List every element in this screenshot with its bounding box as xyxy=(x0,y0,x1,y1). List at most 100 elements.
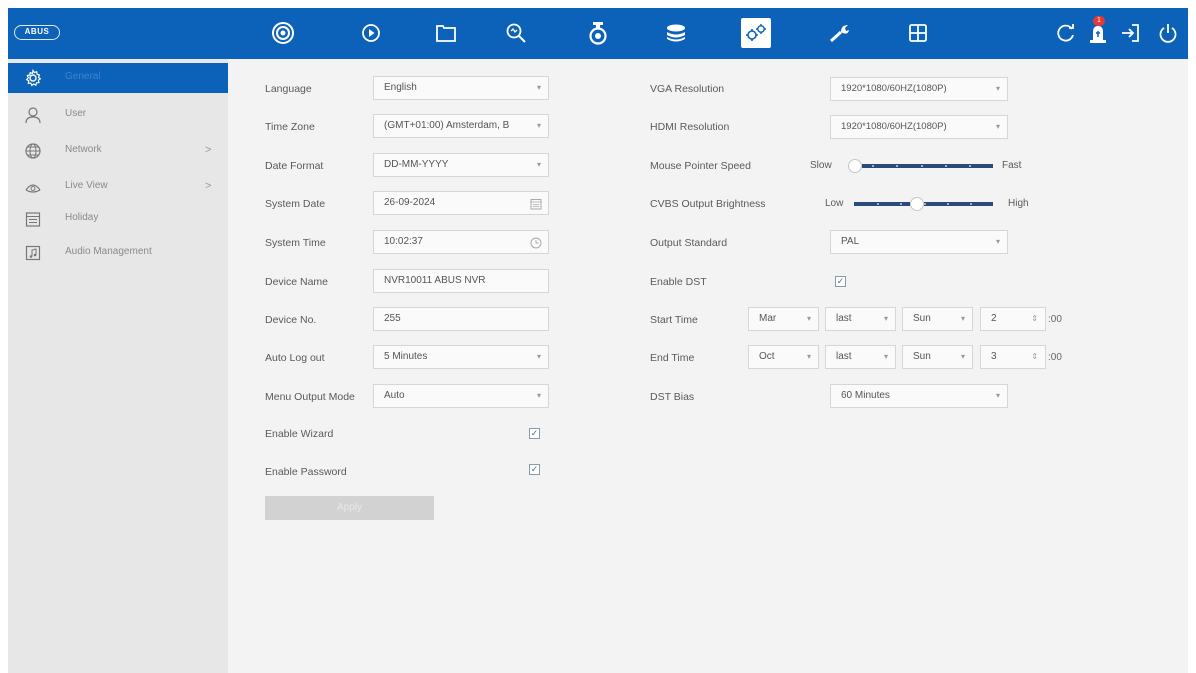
dst-bias-select[interactable]: 60 Minutes ▾ xyxy=(830,384,1008,408)
output-standard-select[interactable]: PAL ▾ xyxy=(830,230,1008,254)
chevron-down-icon: ▾ xyxy=(536,160,541,169)
sidebar-item-audio-management[interactable]: Audio Management xyxy=(8,238,228,268)
vga-resolution-select[interactable]: 1920*1080/60HZ(1080P) ▾ xyxy=(830,77,1008,101)
system-date-field[interactable]: 26-09-2024 xyxy=(373,191,549,215)
end-week-select[interactable]: last ▾ xyxy=(825,345,896,369)
music-icon xyxy=(24,244,42,262)
chevron-down-icon: ▾ xyxy=(536,83,541,92)
end-week-value: last xyxy=(836,351,852,362)
smart-search-icon[interactable] xyxy=(501,18,531,48)
slider-tick xyxy=(924,203,926,205)
enable-wizard-checkbox[interactable]: ✓ xyxy=(529,428,540,439)
system-time-value: 10:02:37 xyxy=(384,236,423,247)
calendar-icon xyxy=(24,210,42,228)
slider-tick xyxy=(872,165,874,167)
start-week-select[interactable]: last ▾ xyxy=(825,307,896,331)
chevron-down-icon: ▾ xyxy=(995,391,1000,400)
dst-bias-label: DST Bias xyxy=(650,391,695,403)
sidebar-item-holiday[interactable]: Holiday xyxy=(8,204,228,234)
alarm-count-badge: 1 xyxy=(1093,16,1105,26)
eye-icon xyxy=(24,178,42,196)
cvbs-brightness-slider[interactable] xyxy=(854,197,993,211)
refresh-icon[interactable] xyxy=(1051,18,1081,48)
slider-thumb[interactable] xyxy=(848,159,862,173)
date-format-select[interactable]: DD-MM-YYYY ▾ xyxy=(373,153,549,177)
chevron-right-icon: > xyxy=(205,180,212,192)
chevron-down-icon: ▾ xyxy=(536,391,541,400)
cvbs-brightness-label: CVBS Output Brightness xyxy=(650,198,766,210)
sidebar-item-network[interactable]: Network > xyxy=(8,136,228,166)
start-hour-spinner[interactable]: 2 ⇕ xyxy=(980,307,1046,331)
slider-tick xyxy=(896,165,898,167)
chevron-right-icon: > xyxy=(205,144,212,156)
chevron-down-icon: ▾ xyxy=(806,314,811,323)
sidebar-item-label: General xyxy=(65,71,101,82)
device-no-value: 255 xyxy=(384,313,401,324)
start-time-label: Start Time xyxy=(650,314,698,326)
chevron-down-icon: ▾ xyxy=(995,122,1000,131)
spinner-arrows-icon[interactable]: ⇕ xyxy=(1031,308,1038,330)
app-window: ABUS 1 General User Network > Live View … xyxy=(8,8,1188,673)
globe-icon xyxy=(24,142,42,160)
menu-output-mode-select[interactable]: Auto ▾ xyxy=(373,384,549,408)
sidebar-item-live-view[interactable]: Live View > xyxy=(8,172,228,202)
calendar-icon[interactable] xyxy=(530,197,542,210)
dst-bias-value: 60 Minutes xyxy=(841,390,890,401)
device-name-input[interactable]: NVR10011 ABUS NVR xyxy=(373,269,549,293)
chevron-down-icon: ▾ xyxy=(806,352,811,361)
chevron-down-icon: ▾ xyxy=(883,314,888,323)
spinner-arrows-icon[interactable]: ⇕ xyxy=(1031,346,1038,368)
enable-dst-checkbox[interactable]: ✓ xyxy=(835,276,846,287)
abus-logo: ABUS xyxy=(14,25,60,40)
storage-icon[interactable] xyxy=(661,18,691,48)
system-time-field[interactable]: 10:02:37 xyxy=(373,230,549,254)
power-icon[interactable] xyxy=(1153,18,1183,48)
clock-icon[interactable] xyxy=(530,236,542,249)
device-name-value: NVR10011 ABUS NVR xyxy=(384,275,486,286)
sidebar-item-user[interactable]: User xyxy=(8,100,228,130)
end-day-value: Sun xyxy=(913,351,931,362)
slider-tick xyxy=(970,203,972,205)
system-config-icon[interactable] xyxy=(741,18,771,48)
slider-tick xyxy=(877,203,879,205)
sidebar-item-label: User xyxy=(65,108,87,119)
end-hour-spinner[interactable]: 3 ⇕ xyxy=(980,345,1046,369)
start-day-select[interactable]: Sun ▾ xyxy=(902,307,973,331)
end-minutes-label: :00 xyxy=(1048,352,1062,363)
live-view-icon[interactable] xyxy=(268,18,298,48)
chevron-down-icon: ▾ xyxy=(536,121,541,130)
alarm-icon[interactable]: 1 xyxy=(1083,16,1113,48)
top-navigation-bar: ABUS 1 xyxy=(8,8,1188,59)
fast-label: Fast xyxy=(1002,160,1022,171)
start-month-select[interactable]: Mar ▾ xyxy=(748,307,819,331)
end-day-select[interactable]: Sun ▾ xyxy=(902,345,973,369)
hdmi-resolution-select[interactable]: 1920*1080/60HZ(1080P) ▾ xyxy=(830,115,1008,139)
start-day-value: Sun xyxy=(913,313,931,324)
output-standard-value: PAL xyxy=(841,236,860,247)
apply-button[interactable]: Apply xyxy=(265,496,434,520)
time-zone-select[interactable]: (GMT+01:00) Amsterdam, B ▾ xyxy=(373,114,549,138)
end-month-select[interactable]: Oct ▾ xyxy=(748,345,819,369)
slider-thumb[interactable] xyxy=(910,197,924,211)
language-select[interactable]: English ▾ xyxy=(373,76,549,100)
playback-icon[interactable] xyxy=(356,18,386,48)
sidebar: General User Network > Live View > Holid… xyxy=(8,59,228,673)
device-no-input[interactable]: 255 xyxy=(373,307,549,331)
date-format-value: DD-MM-YYYY xyxy=(384,159,449,170)
start-month-value: Mar xyxy=(759,313,777,324)
maintenance-icon[interactable] xyxy=(825,18,855,48)
sidebar-item-label: Network xyxy=(65,144,102,155)
chevron-down-icon: ▾ xyxy=(995,237,1000,246)
date-format-label: Date Format xyxy=(265,160,324,172)
camera-icon[interactable] xyxy=(583,18,613,48)
auto-logout-select[interactable]: 5 Minutes ▾ xyxy=(373,345,549,369)
logout-icon[interactable] xyxy=(1115,18,1145,48)
mouse-speed-slider[interactable] xyxy=(848,159,993,173)
chevron-down-icon: ▾ xyxy=(960,352,965,361)
slider-tick xyxy=(947,203,949,205)
layout-icon[interactable] xyxy=(903,18,933,48)
slider-tick xyxy=(945,165,947,167)
sidebar-item-general[interactable]: General xyxy=(8,63,228,93)
file-management-icon[interactable] xyxy=(431,18,461,48)
enable-password-checkbox[interactable]: ✓ xyxy=(529,464,540,475)
